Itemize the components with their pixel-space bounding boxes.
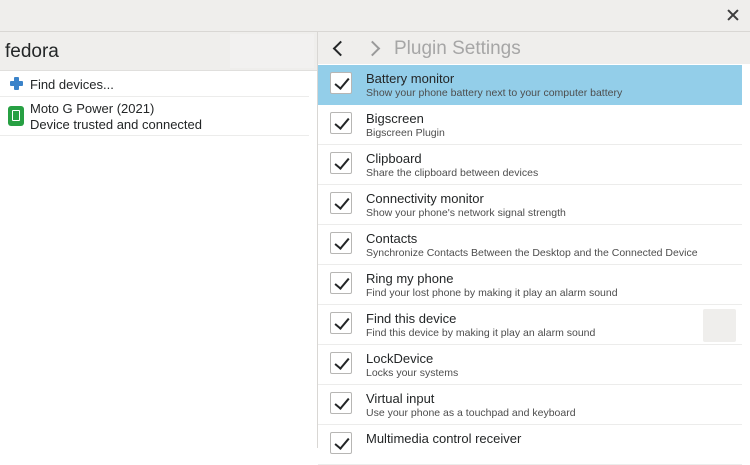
plugin-checkbox[interactable] <box>330 272 352 294</box>
find-devices-item[interactable]: Find devices... <box>0 71 309 97</box>
plugin-row-bigscreen[interactable]: Bigscreen Bigscreen Plugin <box>318 105 742 145</box>
plugin-row-connectivity-monitor[interactable]: Connectivity monitor Show your phone's n… <box>318 185 742 225</box>
plugin-name: LockDevice <box>366 351 434 366</box>
plugin-name: Battery monitor <box>366 71 455 86</box>
plugin-row-contacts[interactable]: Contacts Synchronize Contacts Between th… <box>318 225 742 265</box>
plugin-description: Show your phone's network signal strengt… <box>366 207 566 219</box>
plugin-row-lockdevice[interactable]: LockDevice Locks your systems <box>318 345 742 385</box>
plugin-row-clipboard[interactable]: Clipboard Share the clipboard between de… <box>318 145 742 185</box>
main-header: Plugin Settings <box>318 32 750 64</box>
plugin-description: Synchronize Contacts Between the Desktop… <box>366 247 698 259</box>
plugin-row-find-this-device[interactable]: Find this device Find this device by mak… <box>318 305 742 345</box>
plugin-description: Use your phone as a touchpad and keyboar… <box>366 407 576 419</box>
find-devices-label: Find devices... <box>30 77 114 92</box>
plugin-checkbox[interactable] <box>330 112 352 134</box>
plugin-name: Multimedia control receiver <box>366 431 522 446</box>
plugin-row-virtual-input[interactable]: Virtual input Use your phone as a touchp… <box>318 385 742 425</box>
plugin-description: Find this device by making it play an al… <box>366 327 596 339</box>
plus-icon <box>10 77 23 90</box>
main-panel: Plugin Settings Battery monitor Show you… <box>318 32 750 465</box>
plugin-name: Bigscreen <box>366 111 424 126</box>
plugin-row-multimedia-control-receiver[interactable]: Multimedia control receiver <box>318 425 742 465</box>
device-item[interactable]: Moto G Power (2021) Device trusted and c… <box>0 97 309 136</box>
plugin-row-ring-my-phone[interactable]: Ring my phone Find your lost phone by ma… <box>318 265 742 305</box>
plugin-name: Clipboard <box>366 151 422 166</box>
plugin-name: Contacts <box>366 231 418 246</box>
plugin-description: Find your lost phone by making it play a… <box>366 287 618 299</box>
plugin-description: Bigscreen Plugin <box>366 127 445 139</box>
plugin-checkbox[interactable] <box>330 152 352 174</box>
back-arrow-icon[interactable] <box>330 40 346 56</box>
plugin-checkbox[interactable] <box>330 312 352 334</box>
plugin-checkbox[interactable] <box>330 72 352 94</box>
close-icon[interactable] <box>726 8 740 22</box>
plugin-checkbox[interactable] <box>330 432 352 454</box>
sidebar-header: fedora <box>0 32 317 71</box>
configure-button[interactable] <box>703 309 736 342</box>
plugin-name: Virtual input <box>366 391 435 406</box>
plugin-description: Locks your systems <box>366 367 459 379</box>
forward-arrow-icon[interactable] <box>366 40 382 56</box>
host-name[interactable]: fedora <box>5 41 59 63</box>
sidebar: fedora Find devices... Moto G Power (202… <box>0 32 318 448</box>
plugin-name: Find this device <box>366 311 457 326</box>
plugin-list: Battery monitor Show your phone battery … <box>318 65 742 465</box>
phone-icon <box>8 106 24 126</box>
plugin-checkbox[interactable] <box>330 352 352 374</box>
plugin-description: Show your phone battery next to your com… <box>366 87 623 99</box>
device-name: Moto G Power (2021) <box>30 101 155 116</box>
page-title: Plugin Settings <box>394 38 521 59</box>
plugin-checkbox[interactable] <box>330 192 352 214</box>
rename-field[interactable] <box>230 34 314 68</box>
plugin-checkbox[interactable] <box>330 392 352 414</box>
window-titlebar <box>0 0 750 32</box>
device-status: Device trusted and connected <box>30 117 202 132</box>
plugin-name: Ring my phone <box>366 271 454 286</box>
plugin-description: Share the clipboard between devices <box>366 167 539 179</box>
plugin-row-battery-monitor[interactable]: Battery monitor Show your phone battery … <box>318 65 742 105</box>
plugin-name: Connectivity monitor <box>366 191 484 206</box>
scrollbar[interactable] <box>742 65 750 448</box>
plugin-checkbox[interactable] <box>330 232 352 254</box>
